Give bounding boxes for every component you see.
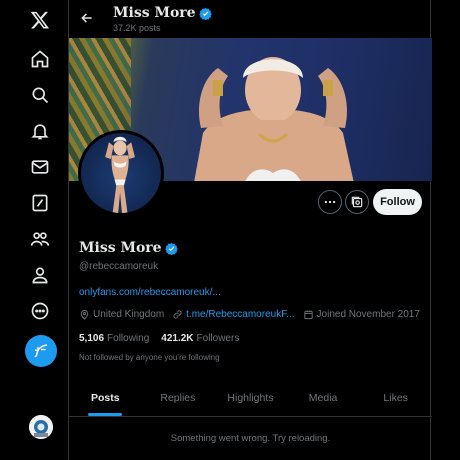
banner-portrait <box>194 57 354 181</box>
more-circle-icon[interactable] <box>20 291 60 331</box>
active-tab-indicator <box>88 413 123 416</box>
location-pin-icon <box>80 309 89 320</box>
website-item: t.me/RebeccamoreukF... <box>172 309 295 320</box>
bio-link[interactable]: onlyfans.com/rebeccamoreuk/... <box>79 287 221 298</box>
header-post-count: 37.2K posts <box>113 23 161 33</box>
explore-search-icon[interactable] <box>20 75 60 115</box>
tab-label: Media <box>308 392 338 404</box>
header-name-text: Miss More <box>113 5 196 21</box>
compose-post-button[interactable] <box>25 335 57 367</box>
following-count-link[interactable]: 5,106 Following <box>79 333 149 344</box>
profile-meta-row: United Kingdom t.me/RebeccamoreukF... Jo… <box>79 309 428 320</box>
tab-media[interactable]: Media <box>287 380 360 416</box>
profile-name-text: Miss More <box>79 240 162 256</box>
calendar-icon <box>303 310 313 320</box>
verified-badge-icon <box>164 242 178 255</box>
account-avatar[interactable] <box>29 415 53 439</box>
home-icon[interactable] <box>20 39 60 79</box>
messages-envelope-icon[interactable] <box>20 147 60 187</box>
left-sidebar <box>0 0 68 460</box>
subscribe-button[interactable] <box>345 190 369 214</box>
communities-icon[interactable] <box>20 219 60 259</box>
profile-avatar-figure <box>105 136 135 213</box>
notifications-bell-icon[interactable] <box>20 111 60 151</box>
tab-label: Replies <box>160 392 196 404</box>
profile-icon[interactable] <box>20 255 60 295</box>
following-count: 5,106 <box>79 333 105 344</box>
ellipsis-icon <box>324 200 336 204</box>
profile-avatar[interactable] <box>78 130 164 216</box>
followers-count: 421.2K <box>161 333 194 344</box>
follow-context-text: Not followed by anyone you’re following <box>79 353 220 362</box>
subscribe-icon <box>351 196 363 208</box>
tab-label: Likes <box>383 392 408 404</box>
tab-posts[interactable]: Posts <box>69 380 142 416</box>
joined-item: Joined November 2017 <box>303 309 420 320</box>
tab-highlights[interactable]: Highlights <box>214 380 287 416</box>
grok-icon[interactable] <box>20 183 60 223</box>
tab-likes[interactable]: Likes <box>359 380 432 416</box>
website-link[interactable]: t.me/RebeccamoreukF... <box>186 309 294 320</box>
location-text: United Kingdom <box>93 309 165 320</box>
tab-label: Highlights <box>227 392 274 404</box>
link-chain-icon <box>173 310 182 319</box>
verified-badge-icon <box>198 7 212 20</box>
tab-replies[interactable]: Replies <box>142 380 215 416</box>
profile-handle: @rebeccamoreuk <box>79 261 159 272</box>
feather-quill-icon <box>34 344 48 358</box>
follow-counts: 5,106 Following 421.2K Followers <box>79 333 251 344</box>
following-label: Following <box>107 333 150 344</box>
followers-label: Followers <box>196 333 240 344</box>
followers-count-link[interactable]: 421.2K Followers <box>161 333 239 344</box>
profile-column: Miss More 37.2K posts Follow Miss More @… <box>68 0 432 460</box>
x-logo-icon[interactable] <box>20 0 60 40</box>
follow-button[interactable]: Follow <box>373 189 422 215</box>
profile-display-name: Miss More <box>79 240 178 256</box>
arrow-left-icon <box>81 13 92 23</box>
header-display-name: Miss More <box>113 5 212 21</box>
location-item: United Kingdom <box>79 309 164 320</box>
back-arrow-button[interactable] <box>77 8 97 28</box>
more-options-button[interactable] <box>318 190 342 214</box>
tab-label: Posts <box>91 392 120 404</box>
joined-text: Joined November 2017 <box>316 309 420 320</box>
feed-error-message: Something went wrong. Try reloading. <box>170 433 331 444</box>
profile-header-bar: Miss More 37.2K posts <box>69 0 432 38</box>
profile-tabs: Posts Replies Highlights Media Likes <box>69 380 432 417</box>
